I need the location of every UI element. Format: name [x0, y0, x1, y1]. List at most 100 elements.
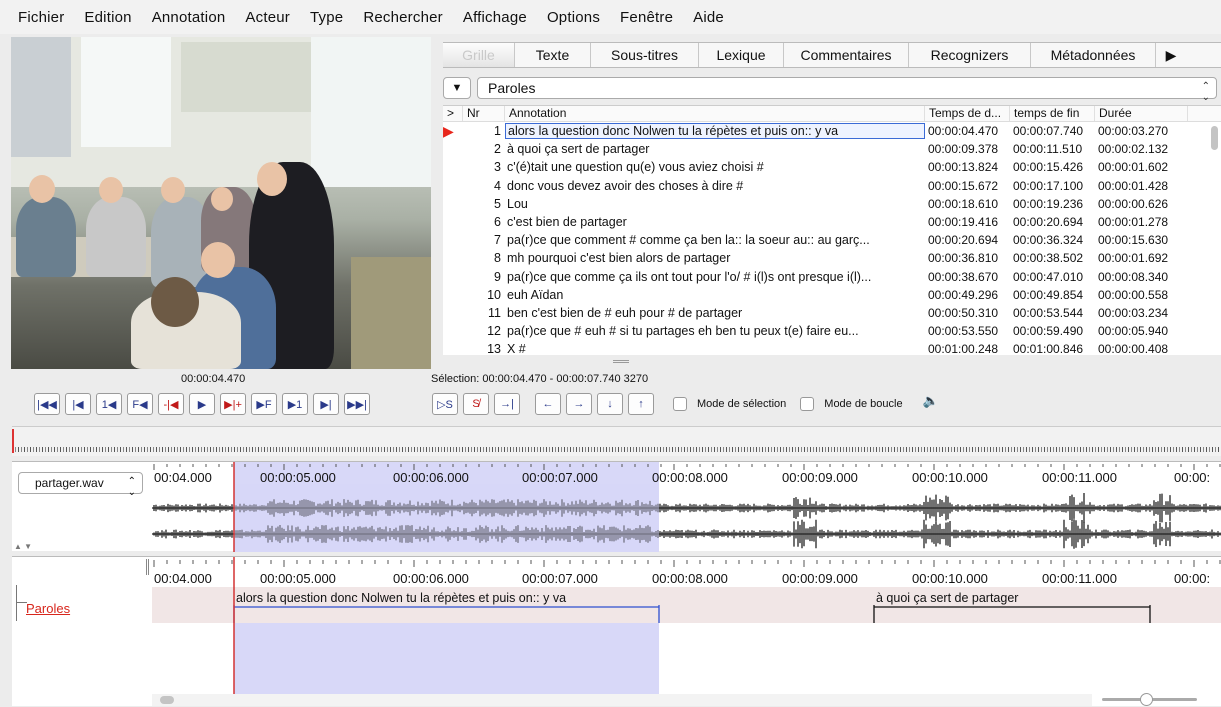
row-end: 00:00:19.236	[1013, 196, 1084, 211]
selection-to-crosshair-icon[interactable]: →|	[494, 393, 520, 415]
tier-annotation[interactable]: alors la question donc Nolwen tu la répè…	[236, 591, 566, 605]
row-duration: 00:00:00.626	[1098, 196, 1169, 211]
tab-metadonnees[interactable]: Métadonnées	[1031, 43, 1156, 67]
panel-divider[interactable]	[443, 355, 1221, 367]
menu-rechercher[interactable]: Rechercher	[363, 9, 443, 26]
tier-label-paroles[interactable]: Paroles	[26, 601, 70, 616]
mode-boucle-checkbox[interactable]: Mode de boucle	[800, 393, 903, 415]
table-row[interactable]: 4 donc vous devez avoir des choses à dir…	[443, 177, 1221, 195]
arrow-right-icon[interactable]: →	[566, 393, 592, 415]
table-row[interactable]: 6 c'est bien de partager 00:00:19.416 00:00…	[443, 213, 1221, 231]
menu-affichage[interactable]: Affichage	[463, 9, 527, 26]
go-to-end-icon[interactable]: ▶▶|	[344, 393, 370, 415]
previous-pixel-icon[interactable]: -|◀	[158, 393, 184, 415]
col-nr[interactable]: Nr	[463, 106, 505, 121]
tier-annotation[interactable]: à quoi ça sert de partager	[876, 591, 1018, 605]
table-row[interactable]: 10 euh Aïdan 00:00:49.296 00:00:49.854 00:00…	[443, 286, 1221, 304]
menu-type[interactable]: Type	[310, 9, 343, 26]
tab-lexique[interactable]: Lexique	[699, 43, 784, 67]
volume-icon[interactable]: 🔈	[923, 393, 939, 415]
row-number: 6	[494, 215, 501, 230]
table-row[interactable]: ▶ 1 alors la question donc Nolwen tu la ré…	[443, 122, 1221, 140]
waveform-panel: partager.wav ⌃ ⌄ ▲ ▼ 00:04.000 00:00:05.0…	[12, 461, 1221, 552]
mode-boucle-label: Mode de boucle	[824, 398, 903, 410]
next-second-icon[interactable]: ▶|	[313, 393, 339, 415]
timeline-overview[interactable]	[12, 426, 1221, 456]
tab-sous-titres[interactable]: Sous-titres	[591, 43, 699, 67]
row-annotation: à quoi ça sert de partager	[507, 142, 650, 157]
video-viewer[interactable]	[11, 37, 431, 369]
row-start: 00:00:50.310	[928, 305, 999, 320]
next-frame-icon[interactable]: ▶1	[282, 393, 308, 415]
tier-menu-icon[interactable]: ▼	[443, 77, 471, 99]
menu-fenetre[interactable]: Fenêtre	[620, 9, 673, 26]
row-annotation: alors la question donc Nolwen tu la répè…	[505, 123, 925, 140]
panel-splitter-icon[interactable]	[146, 559, 149, 575]
row-end: 00:00:53.544	[1013, 305, 1084, 320]
tier-selection	[234, 623, 659, 694]
selection-controls: ▷S S̸ →| ← → ↓ ↑ Mode de sélection Mode …	[432, 393, 939, 415]
mode-boucle-box[interactable]	[800, 397, 815, 411]
col-start[interactable]: Temps de d...	[925, 106, 1010, 121]
ruler-label: 00:04.000	[154, 470, 212, 485]
previous-frame-icon[interactable]: 1◀	[96, 393, 122, 415]
row-start: 00:00:18.610	[928, 196, 999, 211]
zoom-slider-thumb[interactable]	[1140, 693, 1153, 706]
table-row[interactable]: 2 à quoi ça sert de partager 00:00:09.378 0…	[443, 140, 1221, 158]
arrow-up-icon[interactable]: ↑	[628, 393, 654, 415]
menu-options[interactable]: Options	[547, 9, 600, 26]
ruler-label: 00:00:	[1174, 571, 1211, 586]
menu-annotation[interactable]: Annotation	[152, 9, 226, 26]
tabs-more-icon[interactable]: ▶	[1156, 43, 1186, 67]
arrow-left-icon[interactable]: ←	[535, 393, 561, 415]
zoom-slider[interactable]	[1102, 693, 1197, 706]
previous-second-icon[interactable]: |◀	[65, 393, 91, 415]
table-row[interactable]: 8 mh pourquoi c'est bien alors de partage…	[443, 249, 1221, 267]
waveform-area[interactable]: 00:04.000 00:00:05.000 00:00:06.000 00:0…	[152, 462, 1221, 552]
frame-back-icon[interactable]: F◀	[127, 393, 153, 415]
col-annotation[interactable]: Annotation	[505, 106, 925, 121]
row-annotation: ben c'est bien de # euh pour # de partag…	[507, 305, 743, 320]
next-pixel-icon[interactable]: ▶|+	[220, 393, 246, 415]
resize-arrows-icon[interactable]: ▲ ▼	[14, 542, 32, 551]
menu-fichier[interactable]: Fichier	[18, 9, 64, 26]
tab-texte[interactable]: Texte	[515, 43, 591, 67]
menu-edition[interactable]: Edition	[84, 9, 131, 26]
row-start: 00:00:49.296	[928, 287, 999, 302]
horizontal-scrollbar[interactable]	[152, 694, 1092, 706]
col-end[interactable]: temps de fin	[1010, 106, 1095, 121]
mode-selection-box[interactable]	[673, 397, 687, 411]
table-row[interactable]: 13 X # 00:01:00.248 00:01:00.846 00:00:00.40…	[443, 340, 1221, 355]
row-number: 11	[488, 305, 501, 320]
table-row[interactable]: 9 pa(r)ce que comme ça ils ont tout pour …	[443, 268, 1221, 286]
ruler-label: 00:00:06.000	[393, 470, 469, 485]
annotation-grid[interactable]: > Nr Annotation Temps de d... temps de f…	[443, 105, 1221, 355]
grid-scrollbar[interactable]	[1211, 126, 1218, 150]
table-row[interactable]: 12 pa(r)ce que # euh # si tu partages eh …	[443, 322, 1221, 340]
frame-forward-icon[interactable]: ▶F	[251, 393, 277, 415]
play-icon[interactable]: ▶	[189, 393, 215, 415]
wav-file-select[interactable]: partager.wav ⌃ ⌄	[18, 472, 143, 498]
tier-select[interactable]: Paroles ⌃ ⌄	[477, 77, 1217, 103]
table-row[interactable]: 3 c'(é)tait une question qu(e) vous aviez…	[443, 158, 1221, 176]
ruler-label: 00:00:07.000	[522, 571, 598, 586]
waveform-selection-overlay	[234, 484, 659, 550]
tab-commentaires[interactable]: Commentaires	[784, 43, 909, 67]
tab-grille[interactable]: Grille	[443, 43, 515, 67]
clear-selection-icon[interactable]: S̸	[463, 393, 489, 415]
tier-area[interactable]: 00:04.000 00:00:05.000 00:00:06.000 00:0…	[152, 557, 1221, 707]
ruler-label: 00:00:06.000	[393, 571, 469, 586]
menu-acteur[interactable]: Acteur	[245, 9, 290, 26]
mode-selection-checkbox[interactable]: Mode de sélection	[673, 393, 786, 415]
ruler-label: 00:00:10.000	[912, 470, 988, 485]
col-duration[interactable]: Durée	[1095, 106, 1188, 121]
go-to-begin-icon[interactable]: |◀◀	[34, 393, 60, 415]
table-row[interactable]: 5 Lou 00:00:18.610 00:00:19.236 00:00:00.626	[443, 195, 1221, 213]
tab-recognizers[interactable]: Recognizers	[909, 43, 1031, 67]
select-chevron-icon: ⌃ ⌄	[127, 476, 136, 498]
table-row[interactable]: 11 ben c'est bien de # euh pour # de part…	[443, 304, 1221, 322]
menu-aide[interactable]: Aide	[693, 9, 724, 26]
arrow-down-icon[interactable]: ↓	[597, 393, 623, 415]
play-selection-icon[interactable]: ▷S	[432, 393, 458, 415]
table-row[interactable]: 7 pa(r)ce que comment # comme ça ben la::…	[443, 231, 1221, 249]
